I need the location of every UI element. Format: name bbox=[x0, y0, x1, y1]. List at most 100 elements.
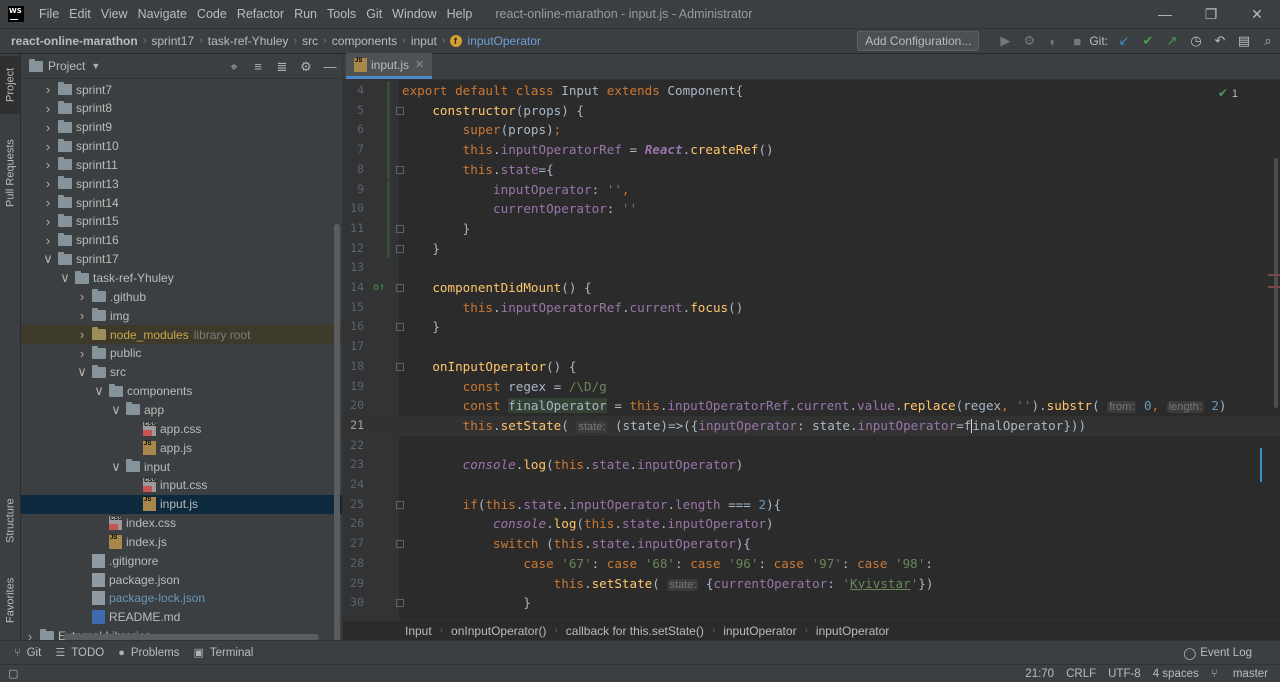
menu-edit[interactable]: Edit bbox=[64, 0, 96, 28]
chevron-right-icon[interactable]: › bbox=[41, 195, 55, 210]
code-line[interactable]: 19 const regex = /\D/g bbox=[343, 377, 1280, 397]
tool-git[interactable]: ⑂ Git bbox=[14, 646, 41, 659]
menu-refactor[interactable]: Refactor bbox=[232, 0, 289, 28]
chevron-right-icon[interactable]: › bbox=[41, 101, 55, 116]
code-line[interactable]: 13 bbox=[343, 258, 1280, 278]
editor-breadcrumb-item[interactable]: inputOperator bbox=[816, 624, 889, 638]
tree-item-input-js[interactable]: JS input.js bbox=[21, 494, 342, 514]
line-separator[interactable]: CRLF bbox=[1066, 668, 1096, 680]
tree-item-app[interactable]: ∨ app bbox=[21, 400, 342, 419]
code-line[interactable]: 27 switch (this.state.inputOperator){ bbox=[343, 534, 1280, 554]
tree-item-input[interactable]: ∨ input bbox=[21, 457, 342, 476]
git-update-icon[interactable]: ↙ bbox=[1112, 33, 1136, 49]
code-line[interactable]: 16 } bbox=[343, 317, 1280, 337]
chevron-down-icon[interactable]: ∨ bbox=[92, 383, 106, 399]
code-line[interactable]: 18 onInputOperator() { bbox=[343, 357, 1280, 377]
chevron-down-icon[interactable]: ▼ bbox=[91, 61, 100, 71]
tree-item-input-css[interactable]: CSS input.css bbox=[21, 476, 342, 495]
code-line[interactable]: 28 case '67': case '68': case '96': case… bbox=[343, 554, 1280, 574]
menu-git[interactable]: Git bbox=[361, 0, 387, 28]
tree-item-public[interactable]: › public bbox=[21, 344, 342, 363]
tree-item-sprint10[interactable]: › sprint10 bbox=[21, 137, 342, 156]
tree-item-components[interactable]: ∨ components bbox=[21, 382, 342, 401]
menu-help[interactable]: Help bbox=[442, 0, 478, 28]
chevron-right-icon[interactable]: › bbox=[41, 233, 55, 248]
tree-item--gitignore[interactable]: .gitignore bbox=[21, 551, 342, 570]
chevron-down-icon[interactable]: ∨ bbox=[41, 251, 55, 267]
breadcrumb-item[interactable]: input bbox=[408, 34, 440, 48]
menu-code[interactable]: Code bbox=[192, 0, 232, 28]
project-panel-title[interactable]: Project bbox=[48, 59, 85, 73]
tree-item-task-ref-yhuley[interactable]: ∨ task-ref-Yhuley bbox=[21, 269, 342, 288]
inspection-indicator[interactable]: ✔ 1 bbox=[1218, 86, 1238, 100]
tree-item-sprint14[interactable]: › sprint14 bbox=[21, 193, 342, 212]
tree-item-sprint17[interactable]: ∨ sprint17 bbox=[21, 250, 342, 269]
git-push-icon[interactable]: ↗ bbox=[1160, 33, 1184, 49]
breadcrumb-item[interactable]: task-ref-Yhuley bbox=[205, 34, 292, 48]
editor-scroll-thumb[interactable] bbox=[1274, 158, 1278, 408]
breadcrumb-item[interactable]: sprint17 bbox=[148, 34, 197, 48]
code-line[interactable]: 9 inputOperator: '', bbox=[343, 179, 1280, 200]
menu-file[interactable]: File bbox=[34, 0, 64, 28]
chevron-right-icon[interactable]: › bbox=[75, 308, 89, 323]
git-branch[interactable]: ⑂ master bbox=[1211, 668, 1268, 680]
breadcrumb-item[interactable]: react-online-marathon bbox=[8, 34, 141, 48]
tree-item-sprint16[interactable]: › sprint16 bbox=[21, 231, 342, 250]
add-configuration-button[interactable]: Add Configuration... bbox=[857, 31, 980, 51]
project-vertical-scrollbar[interactable] bbox=[334, 224, 340, 640]
layout-icon[interactable]: ▤ bbox=[1232, 33, 1256, 49]
code-line[interactable]: 4 export default class Input extends Comp… bbox=[343, 81, 1280, 101]
chevron-right-icon[interactable]: › bbox=[41, 157, 55, 172]
code-line[interactable]: 5 constructor(props) { bbox=[343, 100, 1280, 121]
run-icon[interactable]: ▶ bbox=[993, 33, 1017, 49]
code-line[interactable]: 23 console.log(this.state.inputOperator) bbox=[343, 455, 1280, 475]
tree-item-sprint13[interactable]: › sprint13 bbox=[21, 174, 342, 193]
menu-window[interactable]: Window bbox=[387, 0, 441, 28]
error-stripe-mark[interactable] bbox=[1268, 274, 1280, 276]
breadcrumb-function[interactable]: inputOperator bbox=[465, 34, 544, 48]
tree-item-app-js[interactable]: JS app.js bbox=[21, 438, 342, 457]
git-commit-icon[interactable]: ✔ bbox=[1136, 33, 1160, 49]
menu-tools[interactable]: Tools bbox=[322, 0, 361, 28]
tree-item-app-css[interactable]: CSS app.css bbox=[21, 419, 342, 438]
code-line[interactable]: 22 bbox=[343, 436, 1280, 456]
editor-breadcrumb-item[interactable]: Input bbox=[405, 624, 432, 638]
code-line[interactable]: 24 bbox=[343, 475, 1280, 495]
code-line[interactable]: 10 currentOperator: '' bbox=[343, 199, 1280, 219]
tree-item-node-modules[interactable]: › node_modules library root bbox=[21, 325, 342, 345]
tree-item-index-css[interactable]: CSS index.css bbox=[21, 514, 342, 533]
menu-view[interactable]: View bbox=[96, 0, 133, 28]
structure-tool-tab[interactable]: Structure bbox=[0, 486, 21, 556]
code-line[interactable]: 12 } bbox=[343, 238, 1280, 259]
stop-icon[interactable]: ■ bbox=[1065, 34, 1089, 49]
code-line[interactable]: 14 o↑ componentDidMount() { bbox=[343, 278, 1280, 298]
expand-all-icon[interactable]: ≡ bbox=[246, 59, 270, 74]
tree-item-img[interactable]: › img bbox=[21, 306, 342, 325]
tree-item-index-js[interactable]: JS index.js bbox=[21, 532, 342, 551]
chevron-right-icon[interactable]: › bbox=[41, 139, 55, 154]
error-stripe-mark[interactable] bbox=[1268, 286, 1280, 288]
favorites-tool-tab[interactable]: Favorites bbox=[0, 568, 21, 632]
tree-item-sprint11[interactable]: › sprint11 bbox=[21, 155, 342, 174]
editor-breadcrumb-item[interactable]: inputOperator bbox=[723, 624, 796, 638]
chevron-down-icon[interactable]: ∨ bbox=[58, 270, 72, 286]
indent-setting[interactable]: 4 spaces bbox=[1153, 668, 1199, 680]
layout-toggle-icon[interactable]: ▢ bbox=[8, 667, 18, 680]
close-tab-icon[interactable]: ✕ bbox=[415, 58, 424, 71]
chevron-down-icon[interactable]: ∨ bbox=[109, 402, 123, 418]
caret-position[interactable]: 21:70 bbox=[1025, 668, 1054, 680]
search-icon[interactable]: ⌕ bbox=[1256, 33, 1280, 49]
tree-item--github[interactable]: › .github bbox=[21, 287, 342, 306]
debug-icon[interactable]: ⚙ bbox=[1017, 33, 1041, 49]
code-line[interactable]: 21 this.setState( state: (state)=>({inpu… bbox=[343, 415, 1280, 436]
chevron-down-icon[interactable]: ∨ bbox=[109, 459, 123, 475]
hide-icon[interactable]: — bbox=[318, 59, 342, 74]
code-line[interactable]: 20 const finalOperator = this.inputOpera… bbox=[343, 396, 1280, 416]
chevron-right-icon[interactable]: › bbox=[41, 214, 55, 229]
code-line[interactable]: 29 this.setState( state: {currentOperato… bbox=[343, 574, 1280, 594]
close-icon[interactable]: ✕ bbox=[1234, 0, 1280, 28]
editor-scrollbar[interactable] bbox=[1268, 80, 1280, 620]
tree-item-sprint7[interactable]: › sprint7 bbox=[21, 80, 342, 99]
code-line[interactable]: 7 this.inputOperatorRef = React.createRe… bbox=[343, 140, 1280, 160]
chevron-right-icon[interactable]: › bbox=[41, 82, 55, 97]
